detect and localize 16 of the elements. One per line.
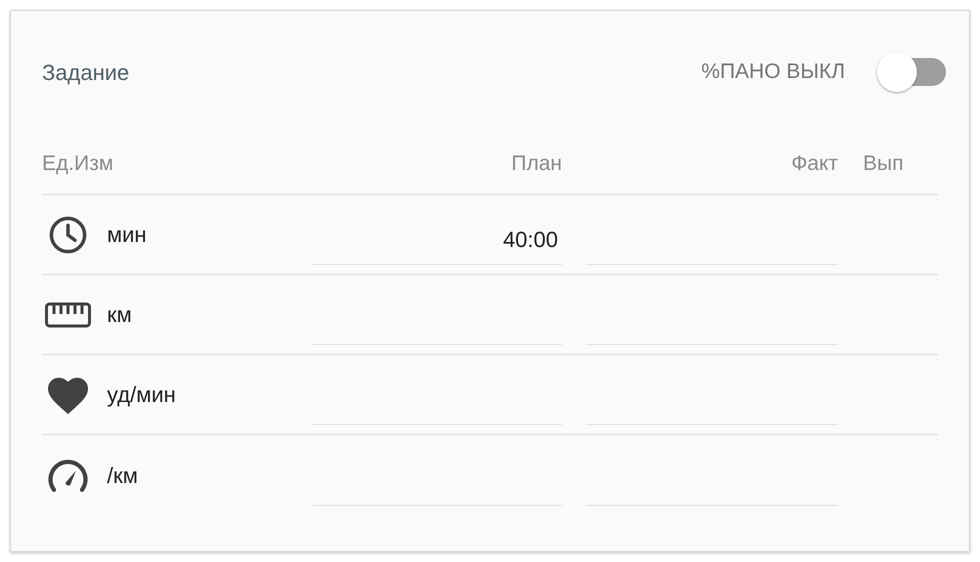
column-header: Вып xyxy=(862,150,904,177)
unit-label: мин xyxy=(107,221,147,249)
clock-icon xyxy=(47,214,89,256)
section-title: Задание xyxy=(42,58,130,86)
toggle-label: %ПАНО ВЫКЛ xyxy=(701,59,845,86)
unit-label: уд/мин xyxy=(107,381,176,409)
column-header: Ед.Изм xyxy=(42,150,114,177)
unit-label: км xyxy=(107,301,132,329)
unit-label: /км xyxy=(107,462,138,490)
column-header: План xyxy=(511,150,562,177)
gauge-icon xyxy=(47,457,89,493)
column-header: Факт xyxy=(791,150,838,177)
plan-field[interactable]: 40:00 xyxy=(312,215,562,265)
toggle-switch[interactable] xyxy=(877,51,947,93)
ruler-icon xyxy=(45,302,91,328)
heart-icon xyxy=(46,374,90,414)
